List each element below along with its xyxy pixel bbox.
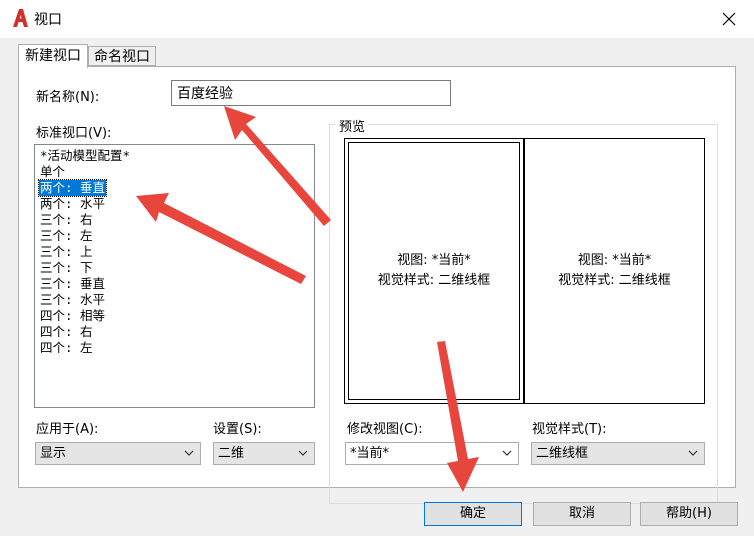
chevron-down-icon — [688, 450, 698, 456]
list-item-selected[interactable]: 两个: 垂直 — [37, 179, 108, 197]
list-item[interactable]: 两个: 水平 — [39, 196, 106, 212]
list-item[interactable]: *活动模型配置* — [39, 148, 131, 164]
cancel-button[interactable]: 取消 — [533, 502, 631, 526]
standard-viewports-label: 标准视口(V): — [36, 126, 112, 141]
viewport-right-info: 视图: *当前* 视觉样式: 二维线框 — [525, 251, 704, 291]
setup-dropdown[interactable]: 二维 — [213, 442, 315, 465]
list-item[interactable]: 三个: 下 — [39, 260, 94, 276]
visual-style-dropdown[interactable]: 二维线框 — [531, 442, 705, 465]
tab-named-viewports[interactable]: 命名视口 — [88, 46, 156, 66]
list-item[interactable]: 三个: 上 — [39, 244, 94, 260]
list-item[interactable]: 四个: 相等 — [39, 308, 106, 324]
list-item[interactable]: 四个: 左 — [39, 340, 94, 356]
list-item[interactable]: 四个: 右 — [39, 324, 94, 340]
chevron-down-icon — [184, 450, 194, 456]
ok-button[interactable]: 确定 — [424, 502, 522, 526]
visual-style-value: 二维线框 — [536, 446, 589, 461]
viewport-right-style: 视觉样式: 二维线框 — [558, 273, 671, 288]
setup-value: 二维 — [218, 446, 245, 461]
active-viewport-highlight — [348, 142, 520, 400]
tab-new-viewports[interactable]: 新建视口 — [18, 44, 88, 68]
list-item[interactable]: 单个 — [39, 164, 66, 180]
chevron-down-icon — [298, 450, 308, 456]
autocad-logo-icon — [13, 9, 28, 27]
window-title: 视口 — [34, 12, 62, 28]
chevron-down-icon — [502, 450, 512, 456]
close-icon[interactable] — [716, 6, 742, 32]
preview-viewport-right[interactable]: 视图: *当前* 视觉样式: 二维线框 — [524, 138, 705, 404]
apply-to-value: 显示 — [40, 446, 67, 461]
new-name-input[interactable] — [171, 80, 451, 106]
setup-label: 设置(S): — [213, 422, 262, 437]
list-item[interactable]: 三个: 水平 — [39, 292, 106, 308]
change-view-dropdown[interactable]: *当前* — [345, 442, 519, 465]
standard-viewports-list[interactable]: *活动模型配置* 单个 两个: 垂直 两个: 水平 三个: 右 三个: 左 三个… — [34, 144, 315, 408]
apply-to-label: 应用于(A): — [36, 422, 99, 437]
visual-style-label: 视觉样式(T): — [532, 422, 607, 437]
list-item[interactable]: 三个: 左 — [39, 228, 94, 244]
change-view-value: *当前* — [350, 446, 390, 461]
apply-to-dropdown[interactable]: 显示 — [35, 442, 201, 465]
change-view-label: 修改视图(C): — [347, 422, 423, 437]
list-item[interactable]: 三个: 右 — [39, 212, 94, 228]
preview-label: 预览 — [336, 116, 369, 135]
list-item[interactable]: 三个: 垂直 — [39, 276, 106, 292]
help-button[interactable]: 帮助(H) — [640, 502, 738, 526]
viewport-right-view: 视图: *当前* — [577, 253, 652, 268]
new-name-label: 新名称(N): — [36, 90, 100, 105]
title-bar — [0, 0, 754, 38]
